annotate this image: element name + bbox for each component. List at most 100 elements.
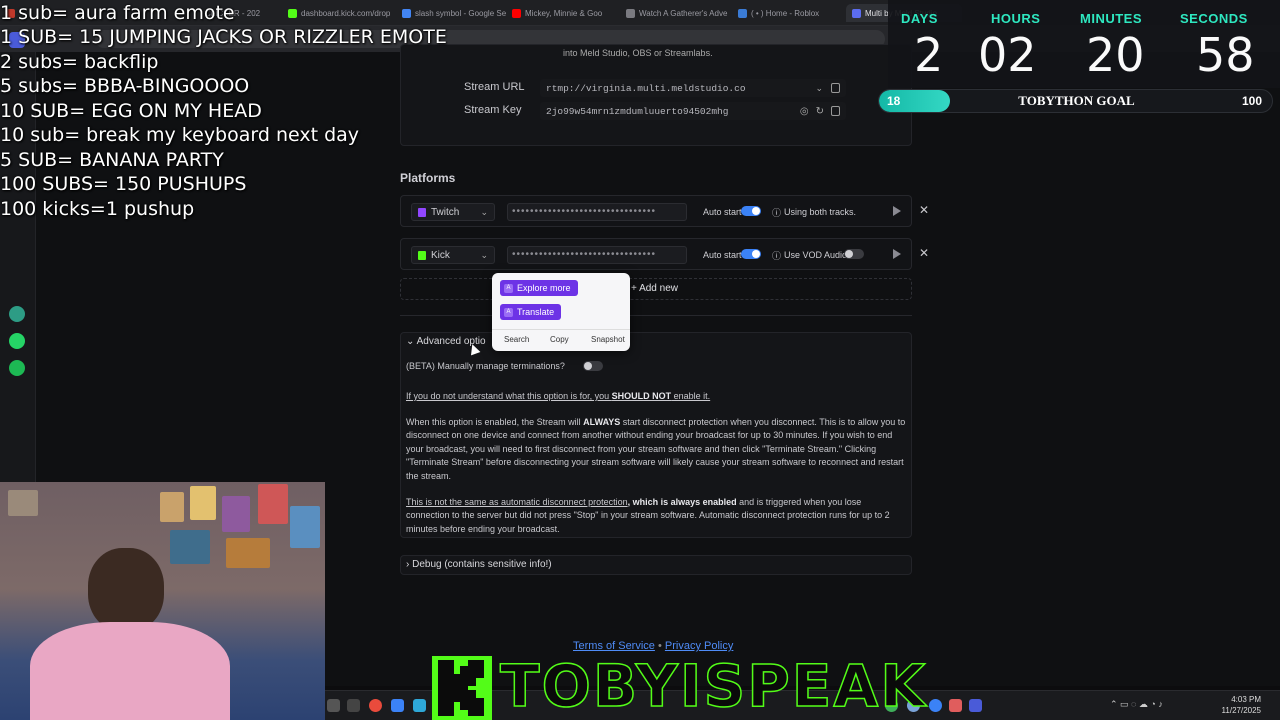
person-head xyxy=(88,548,164,632)
subathon-timer: DAYS HOURS MINUTES SECONDS 2 02 20 58 xyxy=(888,0,1280,88)
seconds-value: 58 xyxy=(1196,28,1255,82)
refresh-icon[interactable]: ↻ xyxy=(816,106,824,117)
youtube-icon xyxy=(512,8,521,18)
play-icon[interactable] xyxy=(893,206,901,216)
goal-target: 100 xyxy=(1241,94,1262,108)
meld-icon xyxy=(852,8,861,18)
platform-key-input-kick[interactable]: •••••••••••••••••••••••••••••••• xyxy=(507,246,687,264)
tobython-goal-bar: 18 TOBYTHON GOAL 100 xyxy=(878,89,1273,113)
tab-label: Watch A Gatherer's Adve xyxy=(639,8,728,18)
translate-label: Translate xyxy=(517,307,555,317)
manual-terminations-toggle[interactable] xyxy=(583,361,603,371)
person-shirt xyxy=(30,622,230,720)
whatsapp-icon[interactable] xyxy=(9,333,25,349)
vod-audio-toggle[interactable] xyxy=(844,249,864,259)
tab-watch[interactable]: Watch A Gatherer's Adve xyxy=(626,4,732,22)
auto-start-toggle-kick[interactable] xyxy=(741,249,761,259)
app-icon[interactable] xyxy=(929,699,942,712)
warning-end: enable it. xyxy=(671,391,711,401)
footer-links: Terms of Service • Privacy Policy xyxy=(573,640,733,652)
auto-start-label: Auto start xyxy=(703,207,742,217)
store-icon[interactable] xyxy=(413,699,426,712)
option-label-twitch: Using both tracks. xyxy=(784,207,857,217)
disconnect-protection-note: This is not the same as automatic discon… xyxy=(406,496,906,536)
tab-roblox[interactable]: ( • ) Home - Roblox xyxy=(738,4,838,22)
divider xyxy=(400,315,912,316)
app-icon[interactable] xyxy=(949,699,962,712)
add-new-button[interactable]: + Add new xyxy=(631,283,678,294)
chrome-icon[interactable] xyxy=(369,699,382,712)
edge-icon[interactable] xyxy=(391,699,404,712)
goal-line: 100 SUBS= 150 PUSHUPS xyxy=(0,173,247,195)
option-description: When this option is enabled, the Stream … xyxy=(406,416,906,483)
spotify-icon[interactable] xyxy=(9,360,25,376)
circle-icon xyxy=(626,8,635,18)
system-tray-icons[interactable]: ⌃ ▭ ◌ ☁ ◔ ♪ xyxy=(1110,699,1163,710)
terms-link[interactable]: Terms of Service xyxy=(573,640,655,652)
search-menu-item[interactable]: Search xyxy=(504,335,529,344)
auto-start-toggle-twitch[interactable] xyxy=(741,206,761,216)
copy-icon[interactable] xyxy=(831,106,840,116)
note-underline: This is not the same as automatic discon… xyxy=(406,497,628,507)
kick-icon xyxy=(418,250,426,260)
goal-line: 5 SUB= BANANA PARTY xyxy=(0,149,224,171)
plus-icon: + xyxy=(631,283,640,294)
remove-twitch-button[interactable]: ✕ xyxy=(919,203,929,217)
chatgpt-icon[interactable] xyxy=(9,306,25,322)
play-icon[interactable] xyxy=(893,249,901,259)
search-icon[interactable] xyxy=(327,699,340,712)
goal-line: 10 SUB= EGG ON MY HEAD xyxy=(0,100,262,122)
minutes-label: MINUTES xyxy=(1080,11,1142,26)
add-new-label: Add new xyxy=(639,283,678,294)
minutes-value: 20 xyxy=(1086,28,1145,82)
hours-label: HOURS xyxy=(991,11,1041,26)
desc-part: When this option is enabled, the Stream … xyxy=(406,417,584,427)
goal-line: 5 subs= BBBA-BINGOOOO xyxy=(0,75,250,97)
tab-youtube[interactable]: Mickey, Minnie & Goo xyxy=(512,4,620,22)
info-icon: ⓘ xyxy=(772,251,782,261)
platform-select-kick[interactable]: Kick ⌄ xyxy=(411,246,495,264)
seconds-label: SECONDS xyxy=(1180,11,1248,26)
ai-icon: A xyxy=(504,283,513,293)
ai-icon: A xyxy=(504,307,513,317)
stream-key-value: 2jo99w54mrn1zmdumluuerto94502mhg xyxy=(546,105,729,117)
clock-date[interactable]: 11/27/2025 xyxy=(1197,706,1261,715)
remove-kick-button[interactable]: ✕ xyxy=(919,246,929,260)
clock-time[interactable]: 4:03 PM xyxy=(1205,695,1261,704)
explore-more-button[interactable]: A Explore more xyxy=(500,280,578,296)
chevron-down-icon[interactable]: ⌄ xyxy=(815,83,823,94)
app-icon[interactable] xyxy=(969,699,982,712)
footer-separator: • xyxy=(657,640,662,652)
stream-key-field[interactable]: 2jo99w54mrn1zmdumluuerto94502mhg ◎ ↻ xyxy=(540,102,846,120)
translate-button[interactable]: A Translate xyxy=(500,304,562,320)
channel-watermark: TOBYISPEAK xyxy=(499,651,928,720)
task-view-icon[interactable] xyxy=(347,699,360,712)
debug-header[interactable]: › Debug (contains sensitive info!) xyxy=(406,559,552,570)
warning-text: If you do not understand what this optio… xyxy=(406,390,906,403)
warning-bold: SHOULD NOT xyxy=(611,391,672,401)
divider xyxy=(492,329,630,330)
stream-intro-text: into Meld Studio, OBS or Streamlabs. xyxy=(563,48,713,58)
stream-url-field[interactable]: rtmp://virginia.multi.meldstudio.co ⌄ xyxy=(540,79,846,97)
days-value: 2 xyxy=(914,28,944,82)
stream-url-value: rtmp://virginia.multi.meldstudio.co xyxy=(546,82,746,94)
tab-label: ( • ) Home - Roblox xyxy=(751,8,820,18)
note-bold: , which is always enabled xyxy=(627,497,737,507)
hours-value: 02 xyxy=(978,28,1037,82)
option-label-kick: Use VOD Audio xyxy=(784,250,848,260)
copy-icon[interactable] xyxy=(831,83,840,93)
privacy-link[interactable]: Privacy Policy xyxy=(665,640,733,652)
debug-label: Debug (contains sensitive info!) xyxy=(412,559,552,570)
roblox-icon xyxy=(738,8,747,18)
kick-logo-icon xyxy=(432,656,492,720)
auto-start-label: Auto start xyxy=(703,250,742,260)
desc-bold: ALWAYS xyxy=(583,417,621,427)
platform-key-input-twitch[interactable]: •••••••••••••••••••••••••••••••• xyxy=(507,203,687,221)
copy-menu-item[interactable]: Copy xyxy=(550,335,569,344)
eye-off-icon[interactable]: ◎ xyxy=(800,106,809,117)
webcam-feed xyxy=(0,482,325,720)
goal-title: TOBYTHON GOAL xyxy=(1018,93,1135,108)
snapshot-menu-item[interactable]: Snapshot xyxy=(591,335,625,344)
goal-line: 1 SUB= 15 JUMPING JACKS OR RIZZLER EMOTE xyxy=(0,26,447,48)
manual-terminations-label: (BETA) Manually manage terminations? xyxy=(406,361,565,371)
